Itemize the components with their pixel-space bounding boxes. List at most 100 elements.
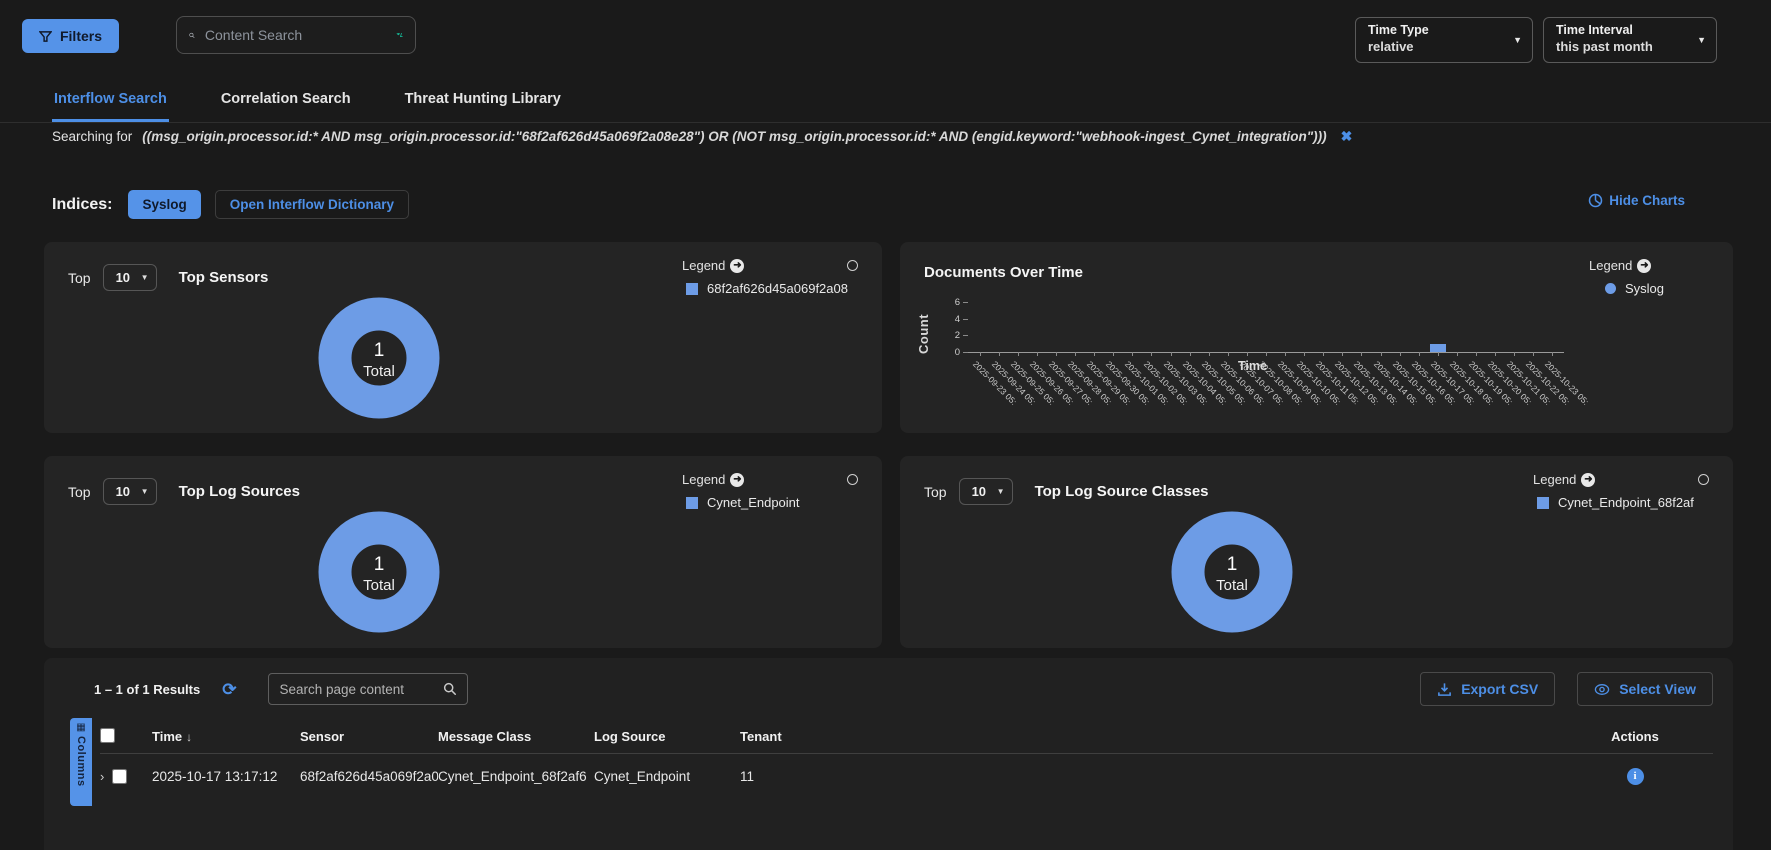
pie-chart-icon	[1588, 193, 1603, 208]
page-search-input[interactable]	[279, 682, 435, 697]
x-axis-tick	[1266, 352, 1267, 356]
indices-label: Indices:	[52, 196, 112, 214]
legend: Legend ➜ Syslog	[1589, 258, 1709, 296]
x-axis-tick	[980, 352, 981, 356]
time-type-label: Time Type	[1368, 23, 1506, 38]
x-axis-tick	[1247, 352, 1248, 356]
results-controls: 1 – 1 of 1 Results ⟳ Export CSV	[94, 672, 1713, 706]
column-header-tenant[interactable]: Tenant	[740, 729, 1565, 744]
donut-chart[interactable]: 1 Total	[317, 296, 441, 420]
x-axis-tick	[1037, 352, 1038, 356]
row-checkbox[interactable]	[112, 769, 127, 784]
tab-interflow-search[interactable]: Interflow Search	[52, 85, 169, 122]
results-count: 1 – 1 of 1 Results	[94, 682, 200, 697]
top-n-value: 10	[972, 484, 986, 499]
time-interval-label: Time Interval	[1556, 23, 1690, 38]
interflow-logo-icon	[396, 28, 403, 42]
legend-item[interactable]: 68f2af626d45a069f2a08	[682, 281, 858, 296]
x-axis-tick	[1056, 352, 1057, 356]
interflow-search-page: Filters Time Type relative ▼ Time Interv…	[0, 0, 1771, 850]
info-icon[interactable]: i	[1627, 768, 1644, 785]
search-icon	[189, 28, 195, 43]
time-interval-value: this past month	[1556, 38, 1690, 55]
legend-toggle-icon[interactable]	[1698, 474, 1709, 485]
content-search-input[interactable]	[205, 27, 386, 43]
legend-expand-icon[interactable]: ➜	[730, 259, 744, 273]
legend-item[interactable]: Cynet_Endpoint_68f2af	[1533, 495, 1709, 510]
select-view-label: Select View	[1619, 681, 1696, 697]
x-axis-tick	[1438, 352, 1439, 356]
legend-toggle-icon[interactable]	[847, 474, 858, 485]
x-axis-tick	[1304, 352, 1305, 356]
cell-sensor: 68f2af626d45a069f2a08	[300, 769, 438, 784]
column-header-message-class[interactable]: Message Class	[438, 729, 594, 744]
y-axis-tick	[963, 352, 968, 353]
download-icon	[1437, 682, 1452, 697]
x-axis-line	[964, 352, 1564, 353]
cell-message-class: Cynet_Endpoint_68f2af6	[438, 769, 594, 784]
y-axis-tick-label: 6	[934, 297, 960, 308]
donut-total-value: 1	[374, 340, 385, 361]
expand-row-icon[interactable]: ›	[100, 769, 104, 784]
legend-swatch	[686, 283, 698, 295]
columns-tab[interactable]: ▦ Columns	[70, 718, 92, 806]
clear-query-icon[interactable]: ✖	[1341, 128, 1353, 145]
filters-button[interactable]: Filters	[22, 19, 119, 53]
bar-chart[interactable]: Time 02462025-09-23 05:2025-09-24 05:202…	[970, 288, 1562, 428]
chevron-down-icon: ▼	[1697, 35, 1706, 45]
donut-chart[interactable]: 1 Total	[1170, 510, 1294, 634]
chevron-down-icon: ▼	[141, 273, 149, 282]
x-axis-tick	[1533, 352, 1534, 356]
content-search-box[interactable]	[176, 16, 416, 54]
top-n-select[interactable]: 10 ▼	[103, 264, 157, 291]
page-search-box[interactable]	[268, 673, 468, 705]
cell-log-source: Cynet_Endpoint	[594, 769, 740, 784]
x-axis-tick	[1495, 352, 1496, 356]
tab-threat-hunting-library[interactable]: Threat Hunting Library	[403, 85, 563, 122]
table-row[interactable]: › 2025-10-17 13:17:12 68f2af626d45a069f2…	[100, 754, 1713, 798]
filters-label: Filters	[60, 28, 102, 44]
column-header-time[interactable]: Time↓	[152, 729, 300, 744]
x-axis-tick	[1132, 352, 1133, 356]
legend-expand-icon[interactable]: ➜	[730, 473, 744, 487]
donut-chart[interactable]: 1 Total	[317, 510, 441, 634]
legend-expand-icon[interactable]: ➜	[1637, 259, 1651, 273]
time-type-value: relative	[1368, 38, 1506, 55]
top-n-select[interactable]: 10 ▼	[959, 478, 1013, 505]
syslog-index-button[interactable]: Syslog	[128, 190, 200, 219]
x-axis-tick	[1285, 352, 1286, 356]
x-axis-tick	[1400, 352, 1401, 356]
column-header-sensor[interactable]: Sensor	[300, 729, 438, 744]
legend-swatch	[1537, 497, 1549, 509]
y-axis-tick	[963, 319, 968, 320]
legend-label: Legend	[682, 472, 725, 487]
chevron-down-icon: ▼	[141, 487, 149, 496]
search-icon	[443, 682, 457, 696]
column-header-log-source[interactable]: Log Source	[594, 729, 740, 744]
legend: Legend ➜ Cynet_Endpoint	[682, 472, 858, 510]
refresh-icon[interactable]: ⟳	[222, 681, 236, 698]
select-view-button[interactable]: Select View	[1577, 672, 1713, 706]
export-csv-button[interactable]: Export CSV	[1420, 672, 1555, 706]
chevron-down-icon: ▼	[1513, 35, 1522, 45]
time-interval-select[interactable]: Time Interval this past month ▼	[1543, 17, 1717, 63]
legend-toggle-icon[interactable]	[847, 260, 858, 271]
legend-item[interactable]: Cynet_Endpoint	[682, 495, 858, 510]
bar-2025-10-17 05:[interactable]	[1430, 344, 1446, 352]
open-interflow-dictionary-button[interactable]: Open Interflow Dictionary	[215, 190, 409, 219]
top-n-select[interactable]: 10 ▼	[103, 478, 157, 505]
columns-tab-label: Columns	[75, 736, 87, 787]
legend-item[interactable]: Syslog	[1589, 281, 1709, 296]
time-type-select[interactable]: Time Type relative ▼	[1355, 17, 1533, 63]
select-all-checkbox[interactable]	[100, 728, 115, 743]
legend-swatch	[686, 497, 698, 509]
legend: Legend ➜ Cynet_Endpoint_68f2af	[1533, 472, 1709, 510]
tab-correlation-search[interactable]: Correlation Search	[219, 85, 353, 122]
x-axis-tick	[1381, 352, 1382, 356]
results-section: 1 – 1 of 1 Results ⟳ Export CSV	[44, 658, 1733, 850]
funnel-icon	[39, 30, 52, 43]
legend-expand-icon[interactable]: ➜	[1581, 473, 1595, 487]
hide-charts-link[interactable]: Hide Charts	[1588, 193, 1685, 208]
y-axis-title: Count	[916, 314, 931, 354]
panel-title: Top Log Sources	[179, 483, 300, 500]
